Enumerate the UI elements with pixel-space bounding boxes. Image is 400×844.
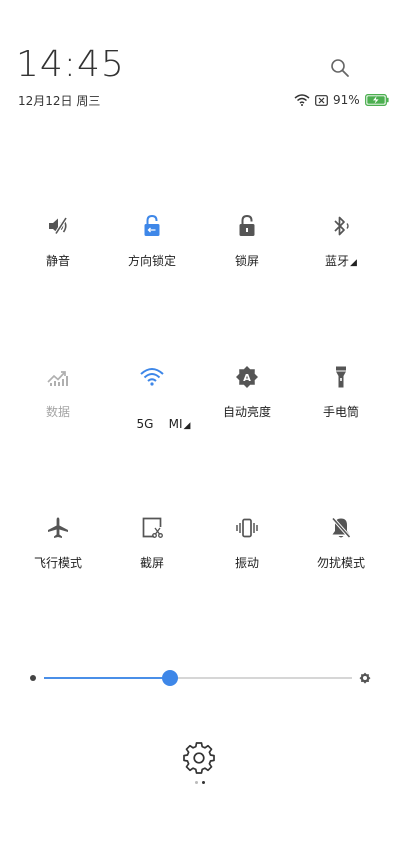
tile-rotation-lock[interactable]: 方向锁定 [102, 213, 202, 283]
tile-label: 静音 [45, 254, 70, 268]
tile-label: 截屏 [139, 556, 164, 570]
mute-icon [45, 213, 71, 239]
tile-mobile-data[interactable]: 数据 [8, 364, 108, 434]
tile-label: 数据 [45, 405, 70, 419]
airplane-mode-icon [45, 515, 71, 541]
tile-label: 振动 [234, 556, 259, 570]
page-indicator [195, 781, 205, 784]
tile-label: 锁屏 [234, 254, 259, 268]
tile-label: 蓝牙 [325, 254, 350, 268]
tile-label: 飞行模式 [33, 556, 82, 570]
wifi-icon [139, 364, 165, 390]
rotation-lock-icon [139, 213, 165, 239]
search-button[interactable] [328, 56, 352, 80]
status-header: 14:45 12月12日 周三 91% [0, 0, 400, 130]
wifi-signal-icon [294, 94, 310, 106]
brightness-slider[interactable] [30, 668, 374, 688]
page-dot[interactable] [195, 781, 198, 784]
tile-bluetooth[interactable]: 蓝牙◢ [291, 213, 391, 283]
mobile-data-icon [45, 364, 71, 390]
screenshot-icon [139, 515, 165, 541]
tile-do-not-disturb[interactable]: 勿扰模式 [291, 515, 391, 585]
tile-label: 方向锁定 [127, 254, 176, 268]
gear-icon [183, 742, 215, 774]
tile-label-with-dropdown: 蓝牙◢ [325, 252, 357, 269]
search-icon [331, 59, 349, 77]
vibrate-icon [234, 515, 260, 541]
brightness-low-icon [30, 675, 36, 681]
no-sim-icon [315, 94, 328, 106]
tile-auto-brightness[interactable]: A 自动亮度 [197, 364, 297, 434]
tile-airplane-mode[interactable]: 飞行模式 [8, 515, 108, 585]
tile-vibrate[interactable]: 振动 [197, 515, 297, 585]
do-not-disturb-icon [328, 515, 354, 541]
tile-label: 勿扰模式 [316, 556, 365, 570]
clock-time: 14:45 [16, 44, 125, 85]
battery-charging-icon [364, 94, 389, 106]
flashlight-icon [328, 364, 354, 390]
slider-fill [44, 677, 171, 679]
status-icons: 91% [294, 92, 389, 108]
tile-label: 5G MI [136, 417, 183, 431]
page-dot-active[interactable] [202, 781, 205, 784]
auto-brightness-icon: A [234, 364, 260, 390]
tile-flashlight[interactable]: 手电筒 [291, 364, 391, 434]
dropdown-triangle-icon: ◢ [183, 421, 191, 431]
slider-thumb[interactable] [162, 670, 179, 686]
battery-percent: 91% [333, 93, 360, 107]
date-label: 12月12日 周三 [18, 94, 101, 108]
tile-screenshot[interactable]: 截屏 [102, 515, 202, 585]
lock-screen-icon [234, 213, 260, 239]
svg-text:A: A [243, 373, 251, 384]
settings-button[interactable] [183, 742, 215, 774]
tile-label-with-dropdown: 5G MI◢ [114, 403, 191, 445]
tile-label: 手电筒 [322, 405, 359, 419]
dropdown-triangle-icon: ◢ [350, 258, 357, 268]
tile-label: 自动亮度 [222, 405, 271, 419]
brightness-high-icon [359, 672, 371, 684]
tile-mute[interactable]: 静音 [8, 213, 108, 283]
tile-wifi[interactable]: 5G MI◢ [102, 364, 202, 434]
tile-lock-screen[interactable]: 锁屏 [197, 213, 297, 283]
bluetooth-icon [328, 213, 354, 239]
